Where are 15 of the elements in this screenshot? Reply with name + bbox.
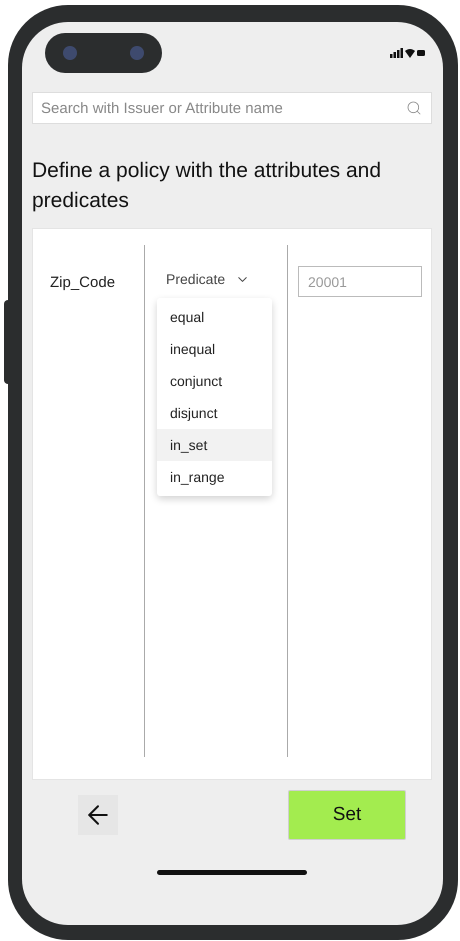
- menu-item[interactable]: equal: [157, 301, 272, 333]
- menu-item[interactable]: in_set: [157, 429, 272, 461]
- menu-item[interactable]: disjunct: [157, 397, 272, 429]
- value-field[interactable]: 20001: [298, 266, 422, 297]
- predicate-dropdown[interactable]: Predicate: [166, 269, 250, 290]
- menu-item[interactable]: inequal: [157, 333, 272, 365]
- menu-item[interactable]: conjunct: [157, 365, 272, 397]
- page-heading: Define a policy with the attributes and predicates: [32, 158, 382, 214]
- search-icon: [406, 100, 422, 116]
- attribute-name: Zip_Code: [50, 274, 116, 291]
- search-field[interactable]: Search with Issuer or Attribute name: [32, 92, 432, 124]
- set-button[interactable]: Set: [288, 790, 406, 840]
- status-icons: [390, 47, 426, 59]
- menu-item[interactable]: in_range: [157, 461, 272, 493]
- back-button[interactable]: [78, 795, 118, 835]
